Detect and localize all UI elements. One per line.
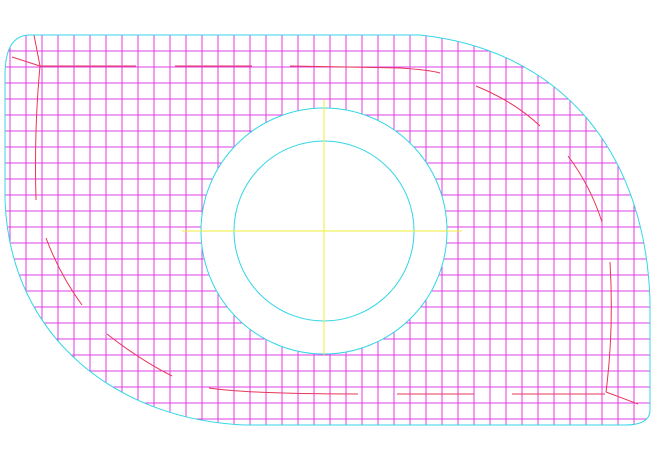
cad-drawing	[4, 34, 651, 426]
seam-line	[208, 387, 359, 395]
seam-line	[35, 65, 41, 201]
seam-line	[475, 85, 541, 127]
seam-line	[605, 391, 639, 405]
drawing-canvas	[0, 0, 670, 460]
seam-line	[605, 261, 612, 393]
seam-line	[45, 237, 83, 306]
seam-line	[567, 155, 603, 223]
